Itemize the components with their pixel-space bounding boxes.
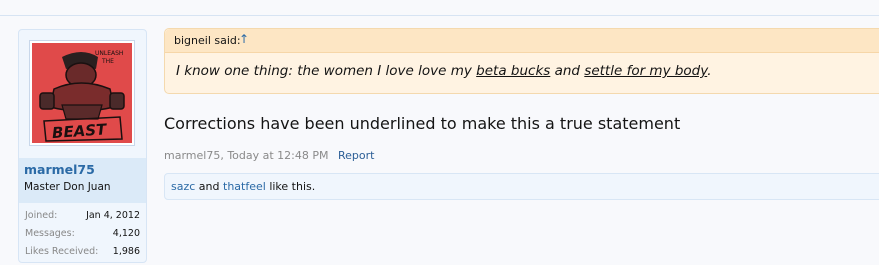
stat-label: Likes Received: — [25, 246, 99, 257]
user-name-box: marmel75 Master Don Juan — [19, 158, 146, 203]
quote-text-part: I know one thing: the women I love love … — [176, 63, 477, 79]
svg-text:THE: THE — [101, 58, 114, 65]
likes-suffix: like this. — [269, 180, 316, 193]
user-stats: Joined: Jan 4, 2012 Messages: 4,120 Like… — [19, 208, 146, 262]
quote-text-part: and — [550, 63, 585, 79]
stat-joined: Joined: Jan 4, 2012 — [19, 208, 146, 226]
likes-joiner: and — [198, 180, 220, 193]
stat-value: Jan 4, 2012 — [86, 210, 140, 221]
stat-value: 1,986 — [112, 246, 140, 257]
likes-text: sazc and thatfeel like this. — [171, 180, 315, 193]
message-user-info: UNLEASH THE BEAST marmel75 Master Don Ju… — [18, 29, 147, 263]
message-meta: marmel75, Today at 12:48 PM Report — [164, 149, 374, 162]
author-date-link[interactable]: marmel75, Today at 12:48 PM — [164, 149, 329, 162]
quote-block: bigneil said: ↑ I know one thing: the wo… — [164, 28, 879, 94]
stat-label: Messages: — [25, 228, 75, 239]
quote-underlined-text: settle for my body — [584, 63, 708, 79]
svg-text:UNLEASH: UNLEASH — [95, 50, 123, 57]
quote-text: I know one thing: the women I love love … — [176, 63, 712, 79]
stat-value[interactable]: 4,120 — [113, 228, 140, 239]
quote-header: bigneil said: ↑ — [165, 29, 879, 53]
liker-link[interactable]: thatfeel — [223, 180, 266, 193]
avatar[interactable]: UNLEASH THE BEAST — [29, 40, 135, 146]
quote-author: bigneil said: — [174, 34, 241, 47]
quote-text-part: . — [707, 63, 712, 79]
message-text: Corrections have been underlined to make… — [164, 114, 681, 133]
go-to-quote-arrow-icon[interactable]: ↑ — [239, 32, 249, 46]
user-title: Master Don Juan — [24, 181, 111, 193]
quote-underlined-text: beta bucks — [476, 63, 551, 79]
username-link[interactable]: marmel75 — [24, 162, 95, 177]
beast-cartoon-avatar-icon: UNLEASH THE BEAST — [32, 43, 132, 143]
stat-label: Joined: — [25, 210, 58, 221]
report-link[interactable]: Report — [338, 149, 374, 162]
stat-messages: Messages: 4,120 — [19, 226, 146, 244]
liker-link[interactable]: sazc — [171, 180, 195, 193]
likes-summary: sazc and thatfeel like this. — [164, 173, 879, 200]
stat-likes-received: Likes Received: 1,986 — [19, 244, 146, 262]
top-divider — [0, 15, 879, 16]
